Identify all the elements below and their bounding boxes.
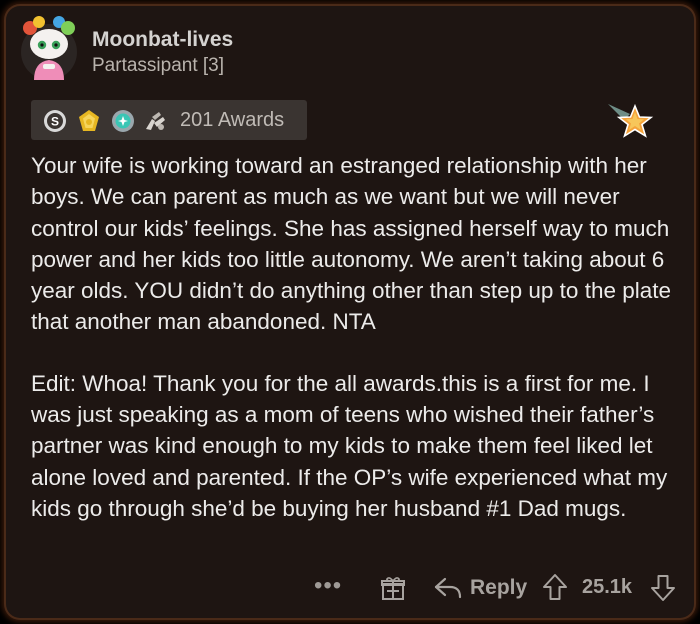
vote-score: 25.1k	[582, 576, 633, 598]
reply-label: Reply	[470, 576, 528, 599]
comment-paragraph-edit: Edit: Whoa! Thank you for the all awards…	[31, 370, 668, 521]
svg-text:S: S	[51, 115, 59, 129]
comment-card: Moonbat-lives Partassipant [3] S 201 Awa…	[4, 4, 696, 620]
upvote-arrow-icon[interactable]	[542, 573, 568, 601]
avatar[interactable]	[20, 16, 78, 82]
hands-award-icon	[146, 112, 165, 130]
awards-count: 201 Awards	[180, 109, 285, 131]
username[interactable]: Moonbat-lives	[92, 28, 233, 52]
platinum-award-icon	[112, 110, 134, 132]
gift-icon[interactable]	[380, 575, 406, 601]
star-badge-icon	[608, 103, 654, 138]
reply-arrow-icon	[434, 577, 462, 599]
comment-body: Your wife is working toward an estranged…	[31, 150, 691, 554]
comment-paragraph: Your wife is working toward an estranged…	[31, 153, 672, 335]
awards-bar[interactable]: S 201 Awards	[31, 100, 307, 140]
more-options-button[interactable]: •••	[314, 572, 342, 600]
downvote-arrow-icon[interactable]	[650, 574, 676, 602]
gold-award-icon	[79, 110, 99, 131]
user-flair: Partassipant [3]	[92, 55, 225, 76]
comment-action-bar: ••• Reply 25.1k	[4, 570, 696, 610]
silver-award-icon: S	[44, 110, 66, 132]
